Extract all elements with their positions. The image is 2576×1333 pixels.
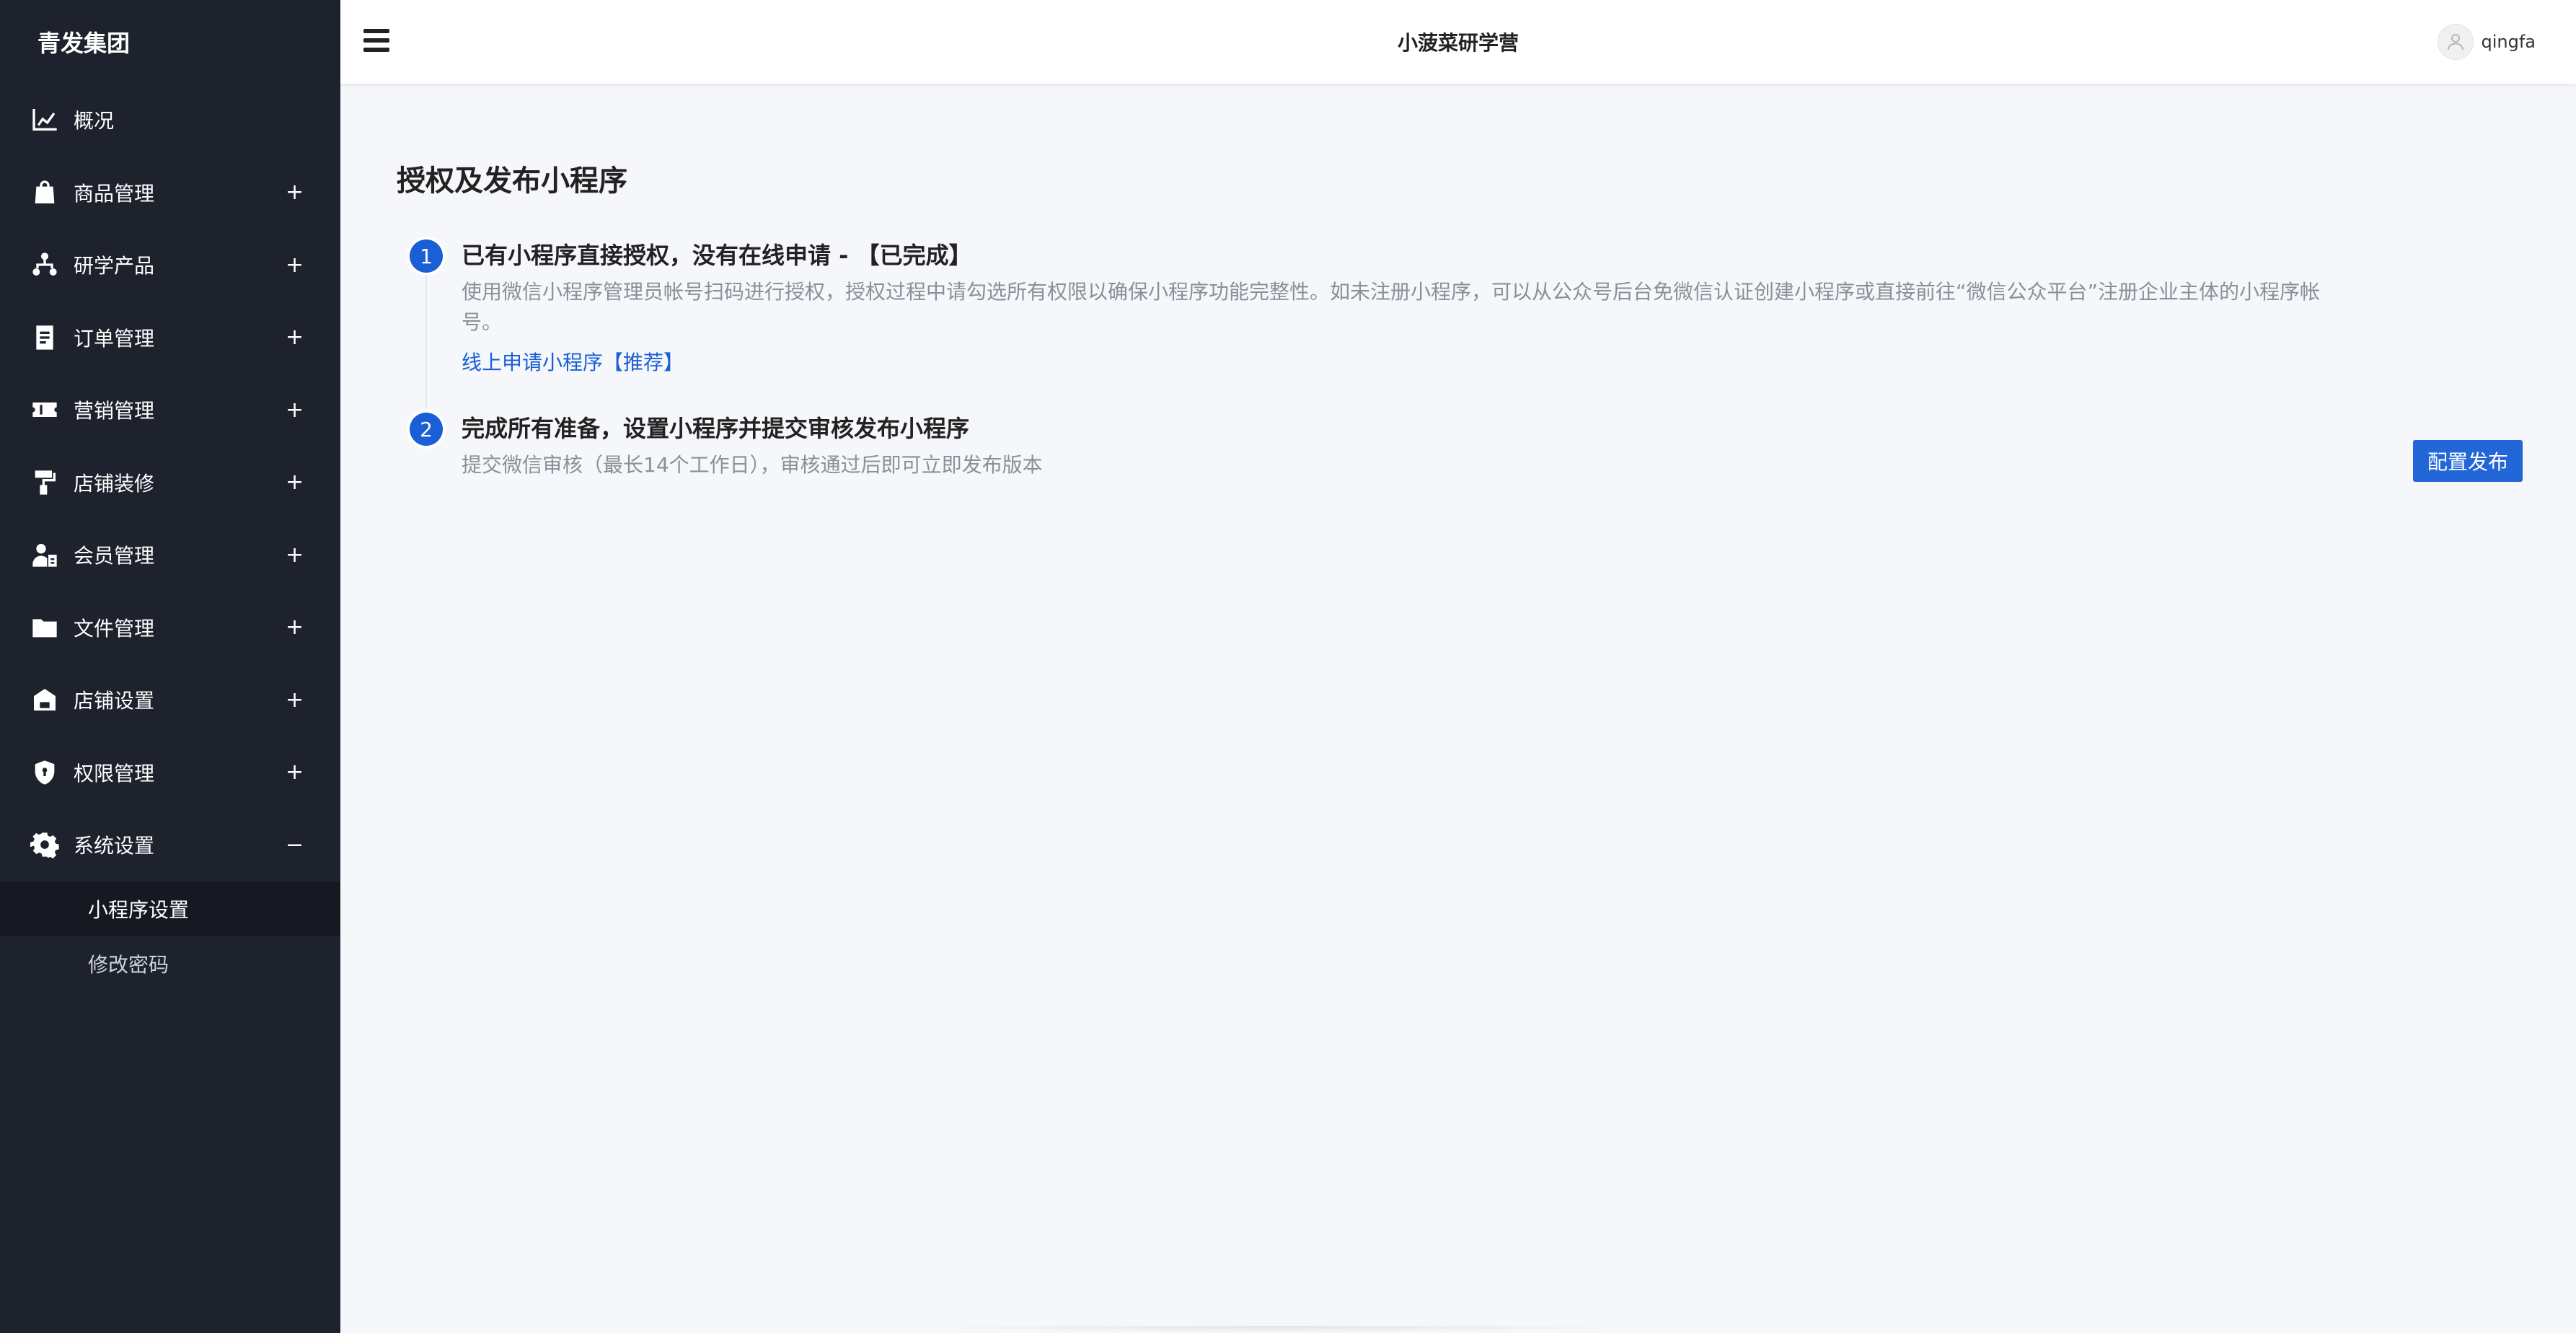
shield-icon: [29, 757, 61, 788]
step-title: 完成所有准备，设置小程序并提交审核发布小程序: [462, 415, 970, 442]
sidebar-item-marketing[interactable]: 营销管理 +: [0, 374, 340, 446]
document-icon: [29, 322, 61, 353]
sidebar-item-label: 营销管理: [74, 399, 155, 423]
step-item: 2 完成所有准备，设置小程序并提交审核发布小程序 提交微信审核（最长14个工作日…: [397, 407, 2531, 493]
sidebar-item-label: 系统设置: [74, 834, 155, 858]
step-item: 1 已有小程序直接授权，没有在线申请 - 【已完成】 使用微信小程序管理员帐号扫…: [397, 234, 2531, 408]
steps-list: 1 已有小程序直接授权，没有在线申请 - 【已完成】 使用微信小程序管理员帐号扫…: [397, 234, 2531, 493]
step-description: 使用微信小程序管理员帐号扫码进行授权，授权过程中请勾选所有权限以确保小程序功能完…: [462, 280, 2321, 334]
sidebar-subitem-miniprogram-settings[interactable]: 小程序设置: [0, 881, 340, 936]
sidebar-subitem-change-password[interactable]: 修改密码: [0, 936, 340, 991]
gear-icon: [29, 829, 61, 861]
paint-roller-icon: [29, 467, 61, 498]
sidebar-item-label: 订单管理: [74, 326, 155, 351]
sidebar-item-overview[interactable]: 概况: [0, 84, 340, 157]
sidebar-item-store-settings[interactable]: 店铺设置 +: [0, 664, 340, 736]
username: qingfa: [2481, 32, 2536, 52]
sidebar-item-label: 文件管理: [74, 616, 155, 641]
bottom-shadow: [917, 1326, 1638, 1333]
sidebar-item-files[interactable]: 文件管理 +: [0, 591, 340, 664]
collapse-icon: −: [286, 832, 304, 858]
sidebar-item-label: 概况: [74, 109, 115, 133]
configure-publish-button[interactable]: 配置发布: [2413, 440, 2523, 482]
expand-icon: +: [286, 615, 304, 641]
expand-icon: +: [286, 470, 304, 496]
system-settings-submenu: 小程序设置 修改密码: [0, 881, 340, 991]
expand-icon: +: [286, 252, 304, 278]
store-icon: [29, 684, 61, 716]
sidebar-item-products[interactable]: 商品管理 +: [0, 157, 340, 229]
sidebar-item-label: 研学产品: [74, 254, 155, 278]
sidebar-item-label: 权限管理: [74, 761, 155, 786]
sidebar-item-permissions[interactable]: 权限管理 +: [0, 736, 340, 809]
step-number: 1: [410, 239, 443, 273]
step-connector: [425, 274, 427, 408]
shopping-bag-icon: [29, 177, 61, 208]
sidebar-item-label: 店铺装修: [74, 471, 155, 496]
header-title: 小菠菜研学营: [1397, 31, 1519, 55]
top-header: 小菠菜研学营 qingfa: [340, 0, 2576, 84]
step-title: 已有小程序直接授权，没有在线申请 - 【已完成】: [462, 242, 972, 269]
expand-icon: +: [286, 180, 304, 206]
step-number: 2: [410, 413, 443, 446]
expand-icon: +: [286, 760, 304, 786]
brand-name: 青发集团: [38, 30, 131, 57]
apply-miniprogram-link[interactable]: 线上申请小程序【推荐】: [462, 348, 684, 378]
sitemap-icon: [29, 249, 61, 281]
step-description: 提交微信审核（最长14个工作日），审核通过后即可立即发布版本: [462, 453, 1043, 477]
sidebar-item-label: 会员管理: [74, 544, 155, 568]
sidebar-item-system-settings[interactable]: 系统设置 −: [0, 809, 340, 881]
user-menu[interactable]: qingfa: [2438, 23, 2536, 61]
expand-icon: +: [286, 397, 304, 423]
expand-icon: +: [286, 542, 304, 568]
step-number-badge: 2: [407, 410, 446, 449]
main-content: 授权及发布小程序 1 已有小程序直接授权，没有在线申请 - 【已完成】 使用微信…: [340, 84, 2576, 1333]
app: 青发集团 概况 商品管理 + 研学产品 + 订单管理 + 营销管理 + 店铺装修…: [0, 0, 2576, 1333]
sidebar-item-label: 商品管理: [74, 181, 155, 206]
chart-line-icon: [29, 104, 61, 136]
sidebar-item-decoration[interactable]: 店铺装修 +: [0, 446, 340, 519]
page-title: 授权及发布小程序: [397, 164, 627, 198]
sidebar-menu: 概况 商品管理 + 研学产品 + 订单管理 + 营销管理 + 店铺装修 + 会员…: [0, 84, 340, 881]
hamburger-icon[interactable]: [362, 26, 391, 55]
user-card-icon: [29, 539, 61, 571]
sidebar-item-members[interactable]: 会员管理 +: [0, 519, 340, 591]
expand-icon: +: [286, 325, 304, 351]
ticket-icon: [29, 394, 61, 426]
sidebar: 青发集团 概况 商品管理 + 研学产品 + 订单管理 + 营销管理 + 店铺装修…: [0, 0, 340, 1333]
sidebar-item-label: 店铺设置: [74, 689, 155, 713]
expand-icon: +: [286, 687, 304, 713]
folder-icon: [29, 612, 61, 643]
sidebar-item-study-products[interactable]: 研学产品 +: [0, 229, 340, 302]
user-avatar-icon: [2438, 24, 2474, 60]
step-number-badge: 1: [407, 237, 446, 276]
sidebar-item-orders[interactable]: 订单管理 +: [0, 302, 340, 374]
